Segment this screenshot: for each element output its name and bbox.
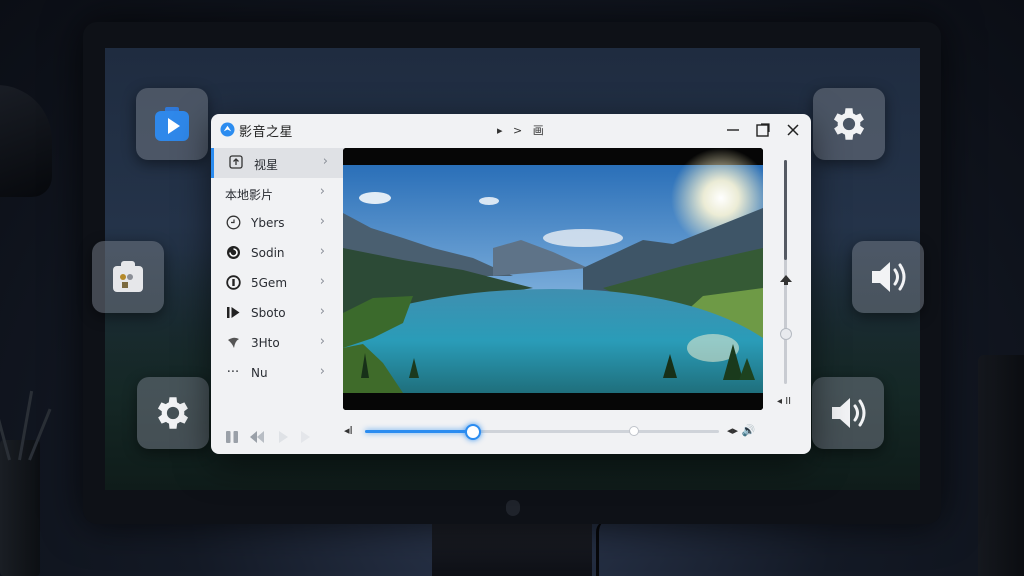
chevron-right-icon: › bbox=[319, 334, 325, 349]
desk-lamp bbox=[0, 85, 52, 197]
spiral-icon bbox=[225, 245, 241, 261]
pencil-cup bbox=[0, 390, 52, 576]
title-control-screen[interactable]: 画 bbox=[533, 124, 544, 137]
upload-icon bbox=[228, 155, 244, 171]
sidebar-item-home[interactable]: 视星 › bbox=[211, 148, 344, 178]
volume-mute-control[interactable]: ◂ II bbox=[777, 396, 791, 407]
video-display[interactable] bbox=[343, 148, 763, 410]
sidebar-item-label: 3Hto bbox=[251, 336, 280, 350]
target-icon bbox=[225, 275, 241, 291]
desk-speaker bbox=[978, 355, 1024, 576]
sidebar-item-3hto[interactable]: 3Hto › bbox=[211, 328, 341, 358]
gear-icon bbox=[157, 397, 189, 429]
leaf-icon bbox=[225, 335, 241, 351]
volume-knob[interactable] bbox=[780, 328, 792, 340]
forward-icon[interactable] bbox=[299, 430, 311, 444]
chevron-right-icon: › bbox=[319, 244, 325, 259]
sidebar-item-sodin[interactable]: Sodin › bbox=[211, 238, 341, 268]
minimize-icon[interactable] bbox=[722, 120, 744, 140]
title-bar: 影音之星 ▸ > 画 bbox=[211, 114, 811, 146]
sidebar-item-local[interactable]: 本地影片 › bbox=[211, 178, 341, 208]
chevron-right-icon: › bbox=[319, 304, 325, 319]
settings-tile-left[interactable] bbox=[137, 377, 209, 449]
sidebar-item-label: 视星 bbox=[254, 158, 279, 172]
sidebar-item-label: Ybers bbox=[251, 216, 285, 230]
volume-up-icon[interactable] bbox=[779, 274, 793, 286]
sidebar-item-5gem[interactable]: 5Gem › bbox=[211, 268, 341, 298]
title-controls: ▸ > 画 bbox=[497, 122, 551, 138]
puzzle-icon bbox=[113, 261, 143, 292]
settings-tile-right[interactable] bbox=[813, 88, 885, 160]
sidebar-item-ybers[interactable]: Ybers › bbox=[211, 208, 341, 238]
chevron-right-icon: › bbox=[322, 154, 328, 169]
chevron-right-icon: › bbox=[319, 184, 325, 199]
sidebar-item-label: 5Gem bbox=[251, 276, 288, 290]
title-control-pin[interactable]: ▸ bbox=[497, 124, 503, 137]
video-app-icon bbox=[155, 107, 189, 141]
landscape-video-frame bbox=[343, 148, 763, 410]
monitor-cable bbox=[596, 520, 613, 576]
sidebar-playback-controls bbox=[225, 430, 335, 446]
pause-icon[interactable] bbox=[225, 430, 239, 444]
app-title: 影音之星 bbox=[239, 125, 294, 140]
sidebar-item-label: 本地影片 bbox=[225, 188, 274, 202]
buffer-marker bbox=[629, 426, 639, 436]
close-icon[interactable] bbox=[782, 120, 804, 140]
sidebar-item-label: Nu bbox=[251, 366, 268, 380]
audio-controls[interactable]: ◂▸ 🔊 bbox=[727, 424, 755, 437]
clock-icon bbox=[225, 215, 241, 231]
progress-fill bbox=[365, 430, 472, 433]
sidebar-item-nu[interactable]: ··· Nu › bbox=[211, 358, 341, 388]
title-control-next[interactable]: > bbox=[513, 124, 522, 137]
video-app-tile[interactable] bbox=[136, 88, 208, 160]
app-logo-icon bbox=[220, 122, 235, 137]
sidebar-item-label: Sodin bbox=[251, 246, 285, 260]
plugin-tile[interactable] bbox=[92, 241, 164, 313]
speaker-icon bbox=[832, 398, 866, 428]
previous-button[interactable]: ◂I bbox=[344, 424, 353, 437]
restore-icon[interactable] bbox=[752, 120, 774, 140]
monitor-stand bbox=[432, 520, 592, 576]
sidebar-item-label: Sboto bbox=[251, 306, 286, 320]
play-icon[interactable] bbox=[277, 430, 289, 444]
chevron-right-icon: › bbox=[319, 214, 325, 229]
media-player-window: 影音之星 ▸ > 画 视星 › 本地影片 › Ybers › Sodin › 5… bbox=[211, 114, 811, 454]
sidebar: 视星 › 本地影片 › Ybers › Sodin › 5Gem › Sboto… bbox=[211, 148, 344, 454]
progress-track[interactable] bbox=[365, 424, 719, 440]
play-bar-icon bbox=[225, 305, 241, 321]
speaker-icon bbox=[872, 262, 906, 292]
volume-fill bbox=[784, 160, 787, 260]
chevron-right-icon: › bbox=[319, 274, 325, 289]
more-icon: ··· bbox=[226, 365, 240, 380]
sidebar-item-sboto[interactable]: Sboto › bbox=[211, 298, 341, 328]
gear-icon bbox=[833, 108, 865, 140]
volume-tile-upper[interactable] bbox=[852, 241, 924, 313]
progress-knob[interactable] bbox=[465, 424, 482, 440]
rewind-icon[interactable] bbox=[249, 430, 265, 444]
chevron-right-icon: › bbox=[319, 364, 325, 379]
monitor-logo bbox=[506, 500, 520, 516]
volume-tile-lower[interactable] bbox=[812, 377, 884, 449]
